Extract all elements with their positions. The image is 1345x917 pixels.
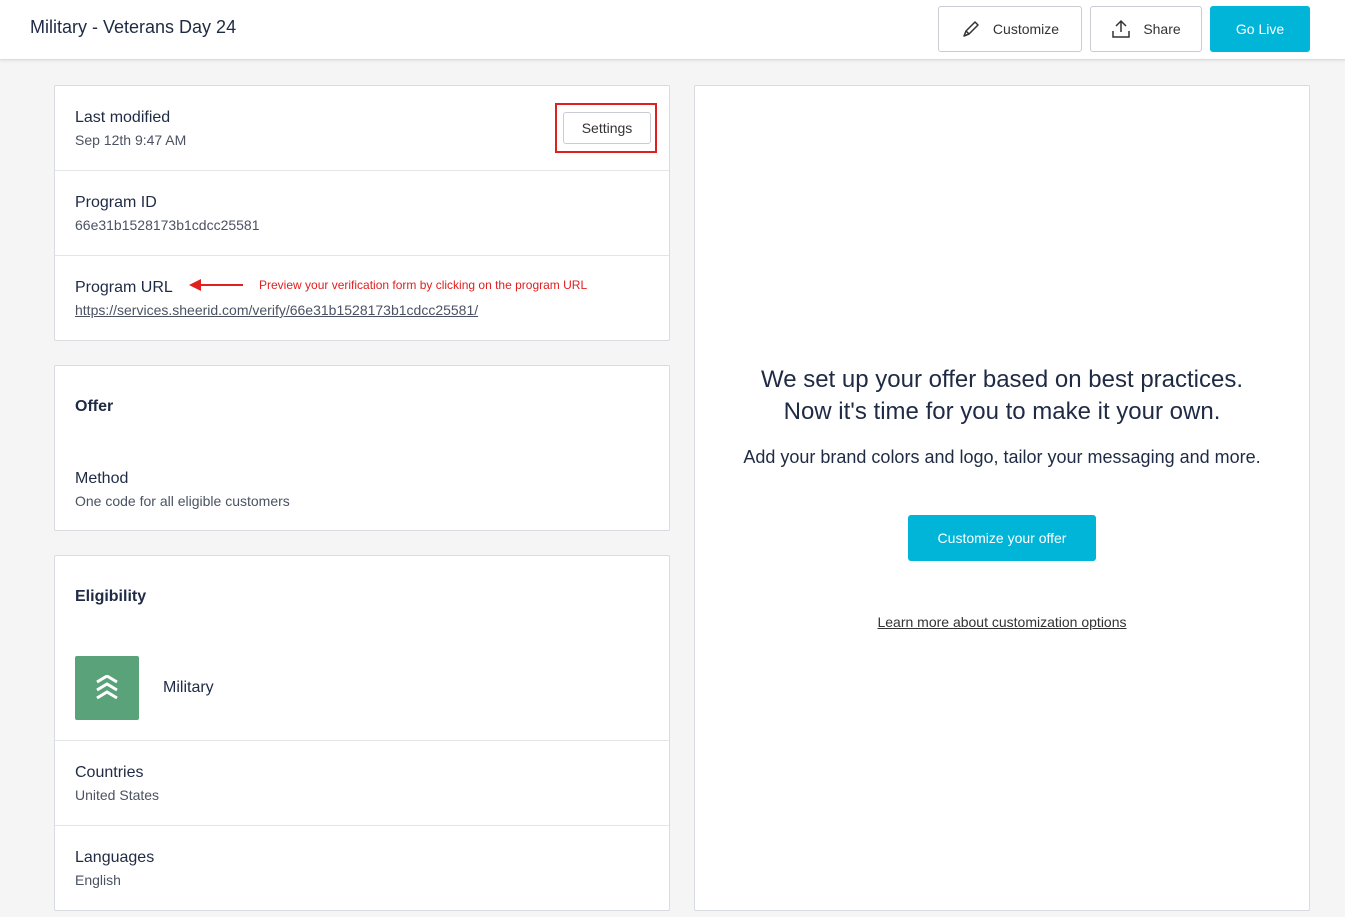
share-button[interactable]: Share bbox=[1090, 6, 1202, 52]
learn-more-link[interactable]: Learn more about customization options bbox=[695, 614, 1309, 630]
military-chevrons-icon bbox=[75, 656, 139, 720]
settings-button[interactable]: Settings bbox=[563, 112, 651, 144]
upload-icon bbox=[1112, 19, 1131, 38]
annotation-arrow-icon bbox=[189, 279, 243, 291]
eligibility-row: Eligibility Military bbox=[55, 556, 669, 741]
annotation-text: Preview your verification form by clicki… bbox=[259, 278, 588, 292]
page-title: Military - Veterans Day 24 bbox=[30, 17, 237, 37]
preview-headline-line2: Now it's time for you to make it your ow… bbox=[783, 398, 1221, 425]
offer-label: Offer bbox=[75, 398, 114, 415]
eligibility-label: Eligibility bbox=[75, 588, 147, 605]
settings-highlight-box: Settings bbox=[555, 103, 657, 153]
program-url-link[interactable]: https://services.sheerid.com/verify/66e3… bbox=[75, 302, 478, 318]
program-info-card: Last modified Sep 12th 9:47 AM Settings … bbox=[54, 85, 670, 341]
last-modified-label: Last modified bbox=[75, 109, 171, 126]
offer-card: Offer Method One code for all eligible c… bbox=[54, 365, 670, 531]
program-id-label: Program ID bbox=[75, 194, 157, 211]
last-modified-value: Sep 12th 9:47 AM bbox=[75, 132, 187, 148]
languages-label: Languages bbox=[75, 849, 155, 866]
customize-offer-button[interactable]: Customize your offer bbox=[908, 515, 1096, 561]
preview-subtext: Add your brand colors and logo, tailor y… bbox=[743, 447, 1261, 467]
languages-value: English bbox=[75, 872, 121, 888]
program-id-value: 66e31b1528173b1cdcc25581 bbox=[75, 217, 260, 233]
segment-label: Military bbox=[163, 679, 214, 696]
last-modified-row: Last modified Sep 12th 9:47 AM Settings bbox=[55, 86, 669, 171]
program-url-label: Program URL bbox=[75, 279, 173, 296]
brush-icon bbox=[963, 21, 979, 37]
preview-headline-line1: We set up your offer based on best pract… bbox=[760, 366, 1244, 393]
top-bar: Military - Veterans Day 24 Customize Sha… bbox=[0, 0, 1345, 60]
preview-headline: We set up your offer based on best pract… bbox=[695, 364, 1309, 428]
method-label: Method bbox=[75, 470, 129, 487]
method-value: One code for all eligible customers bbox=[75, 493, 290, 509]
customize-button-label: Customize bbox=[992, 21, 1060, 37]
eligibility-card: Eligibility Military Countries United St… bbox=[54, 555, 670, 911]
share-button-label: Share bbox=[1143, 21, 1181, 37]
preview-panel: We set up your offer based on best pract… bbox=[694, 85, 1310, 911]
languages-row: Languages English bbox=[55, 826, 669, 911]
program-id-row: Program ID 66e31b1528173b1cdcc25581 bbox=[55, 171, 669, 256]
go-live-button[interactable]: Go Live bbox=[1210, 6, 1310, 52]
countries-row: Countries United States bbox=[55, 741, 669, 826]
countries-label: Countries bbox=[75, 764, 144, 781]
countries-value: United States bbox=[75, 787, 160, 803]
customize-button[interactable]: Customize bbox=[938, 6, 1082, 52]
